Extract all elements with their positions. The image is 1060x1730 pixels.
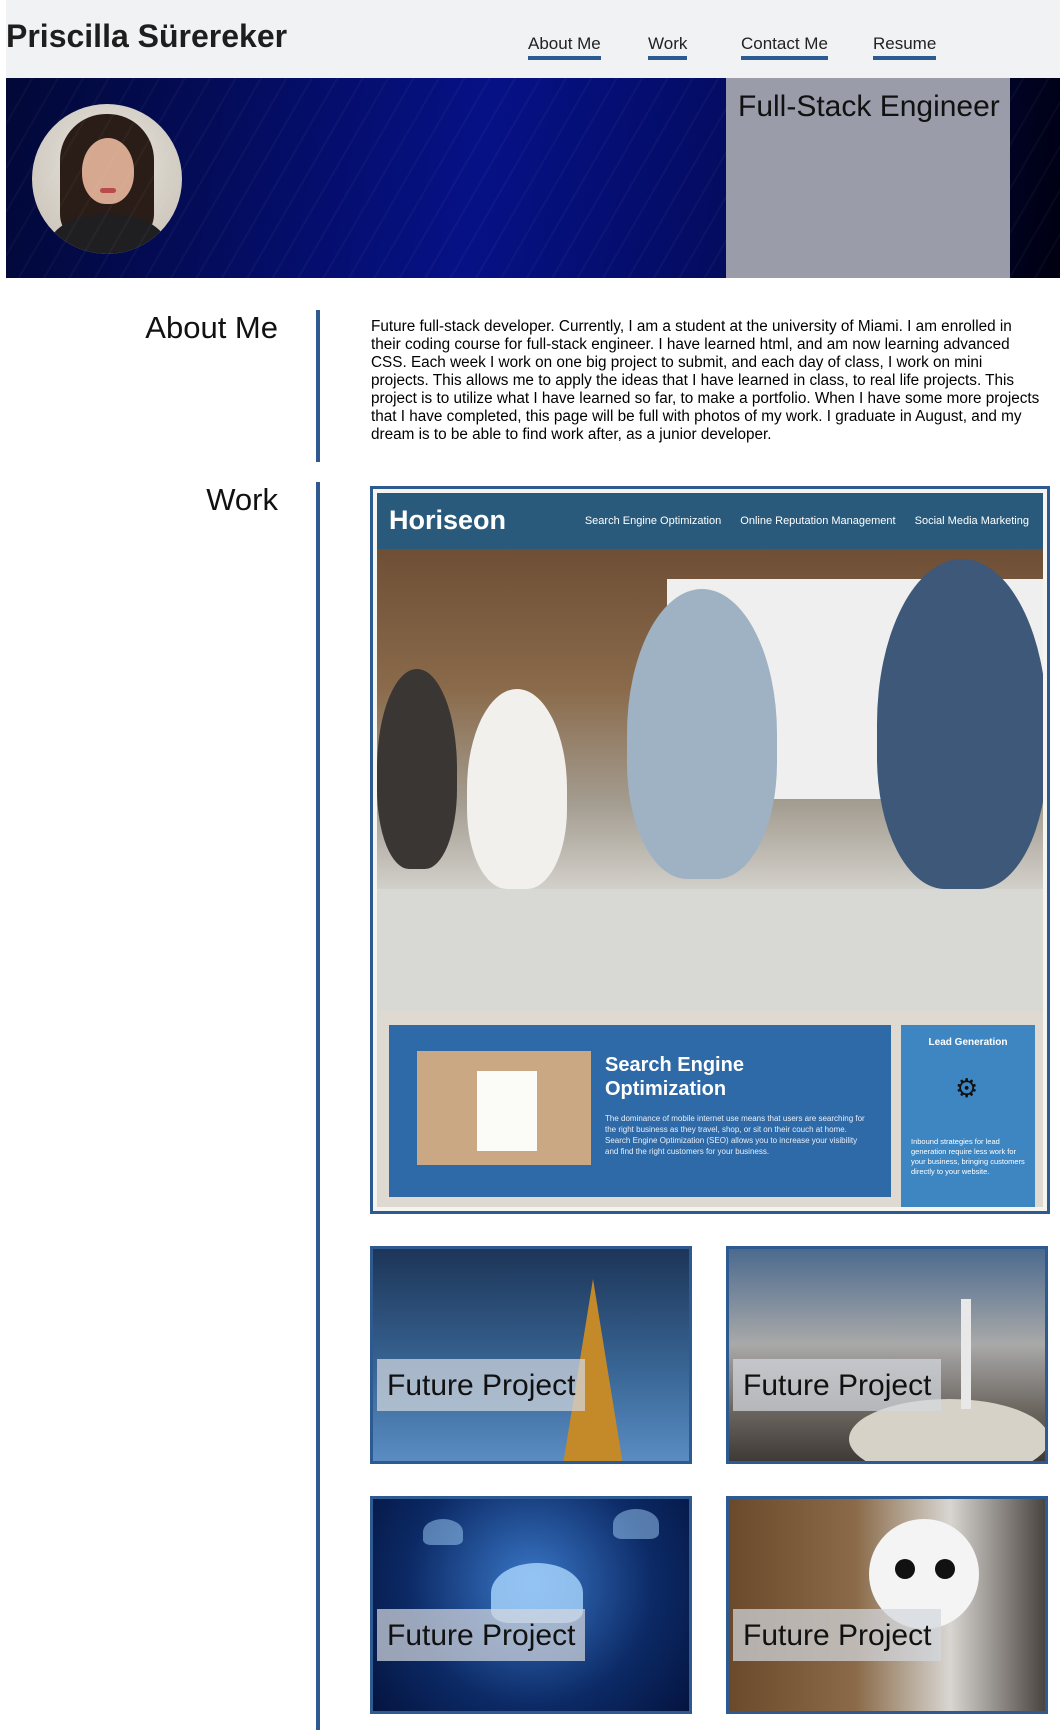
horiseon-navbar: Horiseon Search Engine Optimization Onli… (377, 493, 1043, 549)
horiseon-seo-card: Search Engine Optimization The dominance… (389, 1025, 891, 1197)
site-header: Priscilla Sürereker About Me Work Contac… (6, 0, 1060, 78)
future-project-jellyfish[interactable]: Future Project (370, 1496, 692, 1714)
future-project-label: Future Project (733, 1359, 942, 1411)
seo-text: The dominance of mobile internet use mea… (605, 1114, 865, 1156)
work-heading: Work (206, 482, 278, 517)
horiseon-nav-links: Search Engine Optimization Online Reputa… (569, 515, 1029, 527)
nav-about-me[interactable]: About Me (528, 34, 601, 60)
future-project-label: Future Project (377, 1359, 586, 1411)
funnel-icon: ⚙ (955, 1073, 979, 1103)
nav-contact-me[interactable]: Contact Me (741, 34, 828, 60)
future-project-label: Future Project (733, 1609, 942, 1661)
horiseon-cards: Search Engine Optimization The dominance… (377, 1011, 1043, 1207)
future-project-robot[interactable]: Future Project (726, 1496, 1048, 1714)
horiseon-nav-item: Online Reputation Management (740, 515, 896, 527)
horiseon-nav-item: Search Engine Optimization (584, 515, 722, 527)
lead-text: Inbound strategies for lead generation r… (911, 1137, 1025, 1176)
work-divider (316, 482, 320, 1730)
avatar (32, 104, 182, 254)
horiseon-lead-card: Lead Generation ⚙ Inbound strategies for… (901, 1025, 1035, 1207)
lead-title: Lead Generation (928, 1037, 1008, 1048)
horiseon-hero-image (377, 549, 1043, 1011)
seo-image (417, 1051, 591, 1165)
about-text: Future full-stack developer. Currently, … (371, 318, 1040, 443)
future-project-eiffel[interactable]: Future Project (370, 1246, 692, 1464)
future-project-label: Future Project (377, 1609, 586, 1661)
featured-project-horiseon[interactable]: Horiseon Search Engine Optimization Onli… (370, 486, 1050, 1214)
role-title: Full-Stack Engineer (738, 90, 1000, 123)
hero-banner: Full-Stack Engineer (6, 78, 1060, 278)
rocket-image (961, 1299, 971, 1409)
role-box: Full-Stack Engineer (726, 78, 1010, 278)
horiseon-nav-item: Social Media Marketing (914, 515, 1029, 527)
site-name: Priscilla Sürereker (6, 18, 288, 54)
about-divider (316, 310, 320, 462)
nav-resume[interactable]: Resume (873, 34, 937, 60)
seo-title: Search Engine Optimization (605, 1054, 744, 1100)
future-project-rocket[interactable]: Future Project (726, 1246, 1048, 1464)
about-heading: About Me (145, 310, 278, 345)
horiseon-logo: Horiseon (389, 505, 507, 535)
nav-work[interactable]: Work (648, 34, 688, 60)
